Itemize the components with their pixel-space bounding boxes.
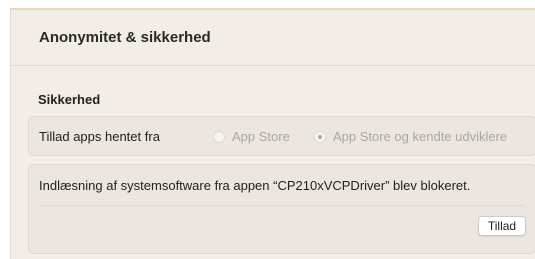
header-bar: Anonymitet & sikkerhed	[11, 10, 535, 66]
allow-apps-label: Tillad apps hentet fra	[39, 129, 160, 144]
radio-app-store-and-known-developers-label: App Store og kendte udviklere	[333, 129, 508, 144]
radio-checked-icon	[314, 130, 326, 143]
section-title-security: Sikkerhed	[38, 92, 101, 107]
allow-apps-panel: Tillad apps hentet fra App Store App Sto…	[28, 116, 535, 156]
radio-app-store-and-known-developers[interactable]: App Store og kendte udviklere	[314, 129, 507, 144]
divider	[39, 205, 524, 206]
blocked-software-message: Indlæsning af systemsoftware fra appen “…	[39, 178, 471, 193]
settings-window: Anonymitet & sikkerhed Sikkerhed Tillad …	[10, 8, 535, 259]
page-title: Anonymitet & sikkerhed	[39, 29, 211, 46]
radio-unchecked-icon	[213, 130, 225, 143]
radio-app-store-label: App Store	[232, 129, 290, 144]
blocked-software-panel: Indlæsning af systemsoftware fra appen “…	[28, 164, 535, 254]
allow-button[interactable]: Tillad	[478, 216, 526, 236]
radio-app-store[interactable]: App Store	[213, 129, 290, 144]
